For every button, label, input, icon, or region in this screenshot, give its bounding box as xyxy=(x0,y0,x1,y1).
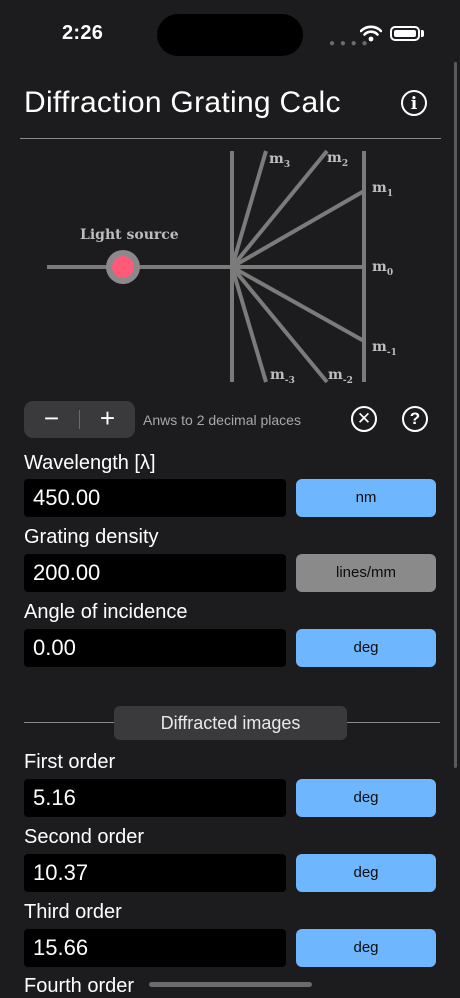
ray-m-2 xyxy=(230,265,329,384)
help-icon[interactable]: ? xyxy=(402,406,428,432)
precision-stepper[interactable]: − + xyxy=(24,401,135,438)
angle-of-incidence-input[interactable]: 0.00 xyxy=(24,629,286,667)
decrease-precision-button[interactable]: − xyxy=(24,401,79,438)
light-source-label: Light source xyxy=(80,227,179,243)
section-divider-left xyxy=(24,722,114,723)
section-divider-right xyxy=(347,722,440,723)
wifi-icon xyxy=(360,25,382,42)
label-m1: m1 xyxy=(372,180,393,199)
wavelength-label: Wavelength [λ] xyxy=(24,452,156,474)
label-m2: m2 xyxy=(327,150,348,169)
label-m-2: m-2 xyxy=(328,367,353,386)
title-divider xyxy=(20,138,441,139)
second-order-label: Second order xyxy=(24,826,145,848)
label-m0: m0 xyxy=(372,259,393,278)
third-order-unit-button[interactable]: deg xyxy=(296,929,436,967)
first-order-output: 5.16 xyxy=(24,779,286,817)
light-source-dot xyxy=(112,256,134,278)
third-order-output: 15.66 xyxy=(24,929,286,967)
clear-icon[interactable]: ✕ xyxy=(351,406,377,432)
grating-density-input[interactable]: 200.00 xyxy=(24,554,286,592)
info-icon[interactable]: i xyxy=(401,90,427,116)
grating-density-label: Grating density xyxy=(24,526,159,548)
battery-cap xyxy=(421,30,424,37)
label-m-1: m-1 xyxy=(372,339,397,358)
first-order-label: First order xyxy=(24,751,116,773)
diffraction-diagram: Light source m3 m2 m1 m0 m-1 m-2 m-3 xyxy=(47,149,397,386)
second-order-output: 10.37 xyxy=(24,854,286,892)
grating-density-unit-button[interactable]: lines/mm xyxy=(296,554,436,592)
angle-of-incidence-unit-button[interactable]: deg xyxy=(296,629,436,667)
label-m3: m3 xyxy=(269,151,290,170)
precision-label: Anws to 2 decimal places xyxy=(143,412,301,428)
dynamic-island xyxy=(157,14,303,56)
angle-of-incidence-label: Angle of incidence xyxy=(24,601,188,623)
wavelength-input[interactable]: 450.00 xyxy=(24,479,286,517)
third-order-label: Third order xyxy=(24,901,122,923)
label-m-3: m-3 xyxy=(270,367,295,386)
wavelength-unit-button[interactable]: nm xyxy=(296,479,436,517)
home-indicator xyxy=(149,982,312,987)
ray-m2 xyxy=(230,149,329,269)
diffracted-images-header: Diffracted images xyxy=(114,706,347,740)
info-glyph: i xyxy=(410,94,418,114)
second-order-unit-button[interactable]: deg xyxy=(296,854,436,892)
page-title: Diffraction Grating Calc xyxy=(24,86,341,119)
battery-icon xyxy=(390,26,420,41)
fourth-order-label: Fourth order xyxy=(24,975,135,997)
increase-precision-button[interactable]: + xyxy=(80,401,135,438)
first-order-unit-button[interactable]: deg xyxy=(296,779,436,817)
status-time: 2:26 xyxy=(62,22,104,44)
vertical-scrollbar[interactable] xyxy=(454,62,457,768)
